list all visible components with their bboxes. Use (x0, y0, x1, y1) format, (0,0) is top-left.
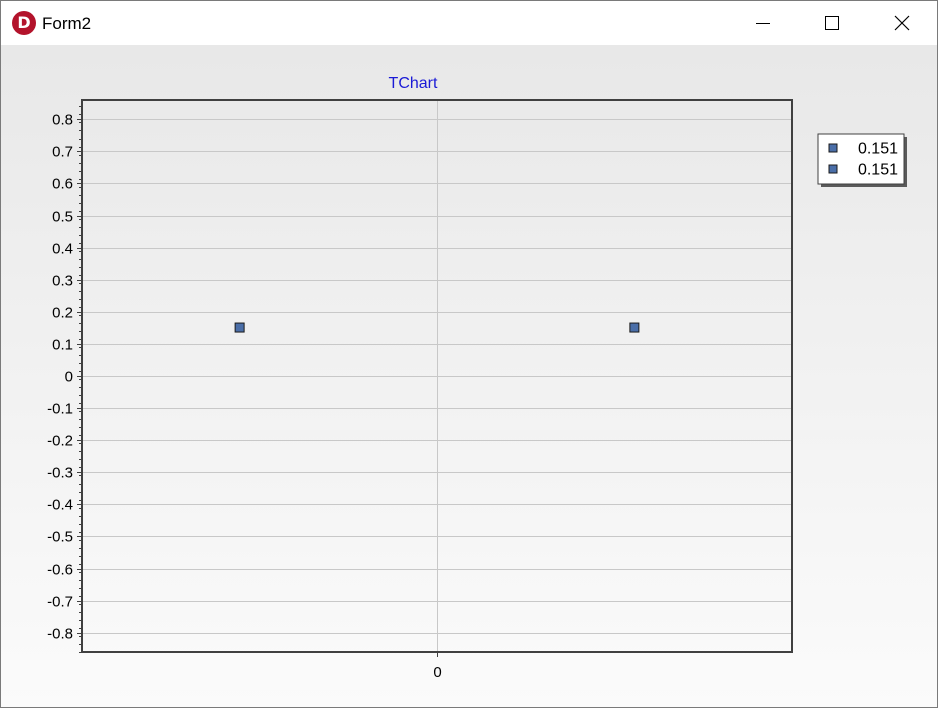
legend-label: 0.151 (858, 141, 898, 158)
chart-title: TChart (389, 75, 438, 92)
y-tick-label: -0.4 (47, 497, 73, 514)
close-icon (894, 15, 910, 31)
y-tick-label: 0.5 (52, 209, 73, 226)
form-client-area: 0.8 0.7 0.6 0.5 0.4 0.3 0.2 0.1 0 -0.1 -0.2 -0.3 -0.… (1, 45, 937, 707)
close-button[interactable] (867, 1, 937, 45)
legend-marker (828, 143, 838, 153)
window-title: Form2 (42, 14, 92, 33)
y-tick-label: -0.1 (47, 401, 73, 418)
y-tick-label: 0.3 (52, 273, 73, 290)
maximize-button[interactable] (797, 1, 867, 45)
y-tick-label: 0.2 (52, 305, 73, 322)
y-tick-label: -0.7 (47, 594, 73, 611)
y-tick-label: -0.6 (47, 562, 73, 579)
data-point[interactable] (234, 322, 245, 333)
app-window: D Form2 0.8 0.7 0.6 0.5 0.4 0.3 0.2 0.1 0 -0.1 -0.… (0, 0, 938, 708)
title-bar[interactable]: D Form2 (1, 1, 937, 45)
y-tick-label: 0.1 (52, 337, 73, 354)
y-tick-label: 0.8 (52, 112, 73, 129)
delphi-logo-icon: D (12, 11, 36, 35)
legend-label: 0.151 (858, 162, 898, 179)
data-point[interactable] (629, 322, 640, 333)
tchart[interactable]: 0.8 0.7 0.6 0.5 0.4 0.3 0.2 0.1 0 -0.1 -0.2 -0.3 -0.… (1, 45, 937, 707)
x-tick-label: 0 (433, 664, 441, 681)
y-tick-label: -0.3 (47, 465, 73, 482)
x-axis: 0 (433, 652, 442, 681)
y-tick-label: -0.5 (47, 529, 73, 546)
y-tick-label: -0.8 (47, 626, 73, 643)
legend: 0.151 0.151 (817, 133, 907, 187)
y-tick-label: 0.6 (52, 176, 73, 193)
maximize-icon (825, 16, 839, 30)
y-tick-label: 0 (65, 369, 73, 386)
y-axis: 0.8 0.7 0.6 0.5 0.4 0.3 0.2 0.1 0 -0.1 -0.2 -0.3 -0.… (47, 106, 82, 653)
minimize-icon (756, 23, 770, 24)
y-tick-label: -0.2 (47, 433, 73, 450)
legend-marker (828, 164, 838, 174)
y-tick-label: 0.7 (52, 144, 73, 161)
minimize-button[interactable] (728, 1, 798, 45)
y-tick-label: 0.4 (52, 241, 73, 258)
grid-lines (82, 100, 792, 652)
